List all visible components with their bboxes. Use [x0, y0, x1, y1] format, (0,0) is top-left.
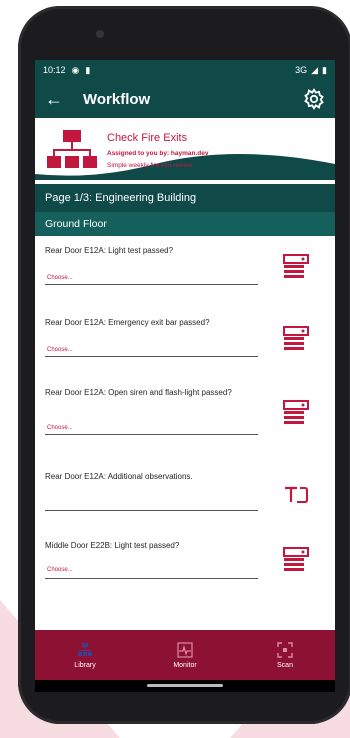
page-title: Page 1/3: Engineering Building: [35, 184, 335, 212]
question-label: Rear Door E12A: Additional observations.: [45, 472, 193, 481]
nav-scan-label: Scan: [277, 661, 293, 669]
question-label: Rear Door E12A: Open siren and flash-lig…: [45, 388, 232, 397]
text-field-icon: [285, 486, 308, 503]
settings-gear-icon[interactable]: [303, 88, 325, 110]
input-underline: [45, 578, 258, 579]
checklist-icon: [283, 547, 309, 571]
nav-monitor-label: Monitor: [173, 661, 197, 669]
nav-scan[interactable]: Scan: [250, 641, 320, 669]
app-bar-title: Workflow: [83, 90, 151, 108]
battery-icon: ▮: [322, 64, 327, 75]
workflow-description: Simple weekly fire exit review.: [107, 162, 194, 169]
question-label: Rear Door E12A: Light test passed?: [45, 246, 174, 255]
question-item: Rear Door E12A: Light test passed? Choos…: [45, 246, 325, 306]
monitor-icon: [177, 641, 193, 658]
checklist-icon: [283, 400, 309, 424]
assigned-by: Assigned to you by: hayman.dev: [107, 150, 209, 157]
input-underline: [45, 284, 258, 285]
scan-icon: [277, 641, 293, 658]
workflow-title: Check Fire Exits: [107, 132, 188, 144]
app-screen: 10:12 ◉ ▮ 3G ◢ ▮ ← Workflow Check Fire E…: [35, 60, 335, 692]
app-bar: ← Workflow: [35, 80, 335, 118]
question-item: Middle Door E22B: Light test passed? Cho…: [45, 541, 325, 587]
choose-dropdown[interactable]: Choose...: [47, 347, 73, 353]
choose-dropdown[interactable]: Choose...: [47, 425, 73, 431]
nav-monitor[interactable]: Monitor: [150, 641, 220, 669]
choose-dropdown[interactable]: Choose...: [47, 275, 73, 281]
bottom-navigation: Library Monitor Scan: [35, 630, 335, 680]
camera-icon: [96, 30, 104, 38]
choose-dropdown[interactable]: Choose...: [47, 567, 73, 573]
home-indicator[interactable]: [147, 684, 223, 687]
sd-card-icon: ▮: [85, 64, 91, 75]
question-label: Rear Door E12A: Emergency exit bar passe…: [45, 318, 210, 327]
question-list: Rear Door E12A: Light test passed? Choos…: [35, 236, 335, 584]
section-title: Ground Floor: [35, 212, 335, 236]
checklist-icon: [283, 254, 309, 278]
question-label: Middle Door E22B: Light test passed?: [45, 541, 180, 550]
workflow-header: Check Fire Exits Assigned to you by: hay…: [35, 118, 335, 180]
text-input-underline[interactable]: [45, 510, 258, 511]
notification-icon: ◉: [71, 64, 80, 75]
status-bar: 10:12 ◉ ▮ 3G ◢ ▮: [35, 60, 335, 80]
question-item: Rear Door E12A: Open siren and flash-lig…: [45, 388, 325, 452]
question-item: Rear Door E12A: Emergency exit bar passe…: [45, 318, 325, 378]
input-underline: [45, 356, 258, 357]
signal-icon: ◢: [311, 64, 319, 75]
system-navigation-bar: [35, 680, 335, 692]
network-type: 3G: [295, 65, 308, 75]
org-chart-icon: [47, 130, 97, 168]
nav-library[interactable]: Library: [50, 642, 120, 669]
nav-library-label: Library: [74, 661, 96, 669]
question-item: Rear Door E12A: Additional observations.: [45, 472, 325, 522]
library-icon: [78, 642, 92, 656]
checklist-icon: [283, 326, 309, 350]
status-time: 10:12: [43, 65, 66, 75]
input-underline: [45, 434, 258, 435]
back-arrow-icon[interactable]: ←: [45, 89, 69, 110]
